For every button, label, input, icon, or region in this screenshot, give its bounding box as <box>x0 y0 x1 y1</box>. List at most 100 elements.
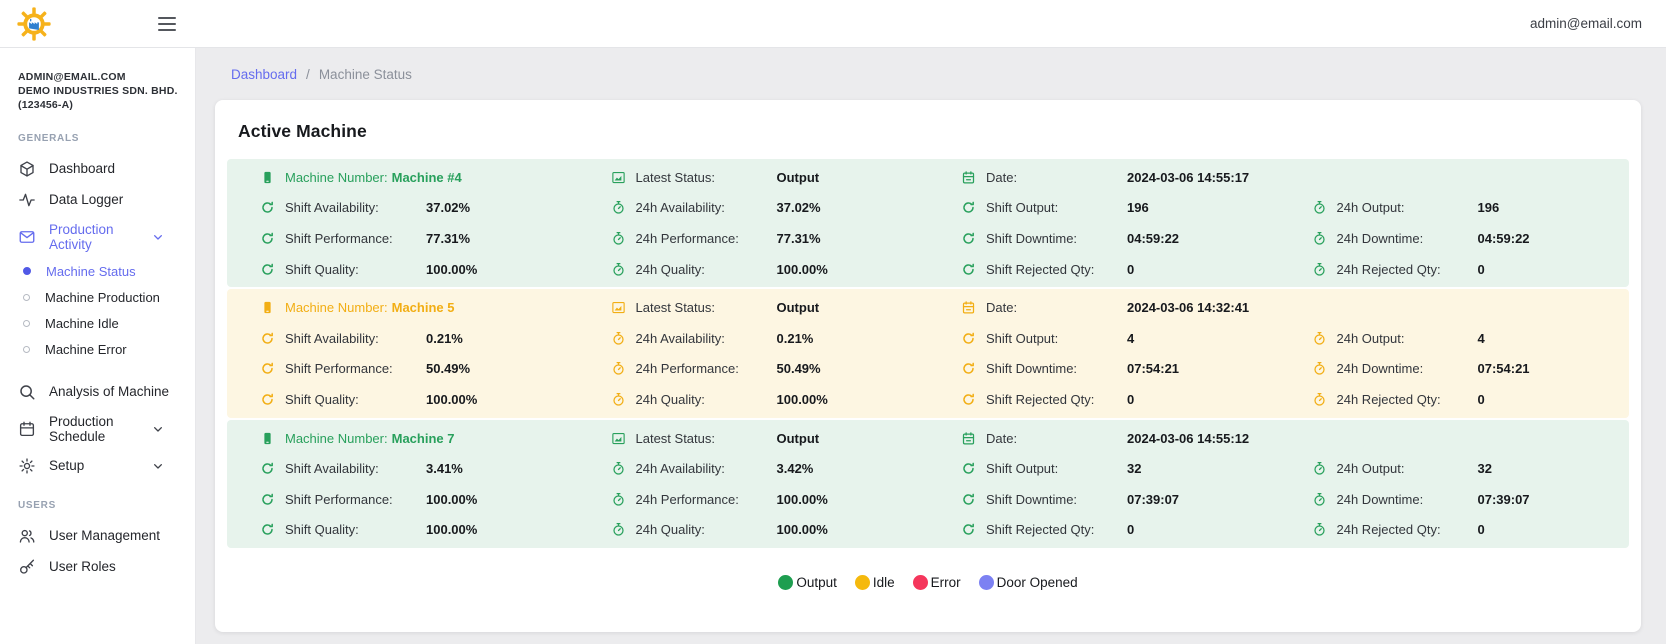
page-title: Active Machine <box>227 121 1629 159</box>
metric-value: 04:59:22 <box>1127 231 1179 246</box>
metric-value: 3.42% <box>777 461 814 476</box>
breadcrumb-separator: / <box>306 67 310 82</box>
machine-card: Machine Number:Machine 5Latest Status:Ou… <box>227 289 1629 417</box>
metric-cell: Shift Downtime:07:39:07 <box>928 484 1279 515</box>
account-registration: (123456-A) <box>18 98 181 112</box>
sidebar-item-data-logger[interactable]: Data Logger <box>0 184 195 215</box>
bullet-icon <box>23 267 31 275</box>
metric-cell: 24h Quality:100.00% <box>578 384 929 415</box>
refresh-icon <box>260 200 275 215</box>
metric-cell: 24h Availability:3.42% <box>578 453 929 484</box>
account-company: DEMO INDUSTRIES SDN. BHD. <box>18 84 181 98</box>
metric-value: 32 <box>1478 461 1492 476</box>
sidebar-item-production-activity[interactable]: Production Activity <box>0 215 195 258</box>
sidebar-item-label: User Management <box>49 528 160 543</box>
chart-icon <box>611 300 626 315</box>
user-email[interactable]: admin@email.com <box>1530 16 1642 31</box>
metric-value: 100.00% <box>426 492 477 507</box>
machine-title: Machine Number:Machine 7 <box>227 423 578 454</box>
calendar-solid-icon <box>961 431 976 446</box>
hamburger-menu-icon[interactable] <box>158 13 176 35</box>
metric-value: 07:39:07 <box>1478 492 1530 507</box>
metric-value: 4 <box>1127 331 1134 346</box>
metric-label: Latest Status: <box>636 431 777 446</box>
metric-value: 100.00% <box>426 392 477 407</box>
metric-value: 37.02% <box>777 200 821 215</box>
machine-row: Machine Number:Machine #4Latest Status:O… <box>227 162 1629 193</box>
bullet-icon <box>23 346 30 353</box>
sidebar-item-production-schedule[interactable]: Production Schedule <box>0 407 195 450</box>
metric-value: 100.00% <box>777 492 828 507</box>
machine-row: Shift Availability:37.02%24h Availabilit… <box>227 193 1629 224</box>
sidebar-nav: GENERALSDashboard Data Logger Production A… <box>0 114 195 582</box>
legend-label: Idle <box>873 575 895 590</box>
metric-label: Shift Availability: <box>285 461 426 476</box>
sidebar-item-label: Data Logger <box>49 192 123 207</box>
metric-value: 37.02% <box>426 200 470 215</box>
timer-icon <box>1312 262 1327 277</box>
metric-value: 50.49% <box>777 361 821 376</box>
machine-row: Shift Quality:100.00%24h Quality:100.00%… <box>227 515 1629 546</box>
metric-cell: Latest Status:Output <box>578 292 929 323</box>
refresh-icon <box>260 361 275 376</box>
sidebar-item-dashboard[interactable]: Dashboard <box>0 153 195 184</box>
sidebar-item-machine-status[interactable]: Machine Status <box>0 258 195 284</box>
metric-cell: 24h Quality:100.00% <box>578 254 929 285</box>
metric-value: 0 <box>1127 392 1134 407</box>
metric-value: 0 <box>1478 392 1485 407</box>
machine-row: Machine Number:Machine 7Latest Status:Ou… <box>227 423 1629 454</box>
metric-cell: Shift Quality:100.00% <box>227 254 578 285</box>
empty-cell <box>1279 162 1630 193</box>
metric-cell: Shift Performance:100.00% <box>227 484 578 515</box>
legend-label: Output <box>796 575 837 590</box>
timer-icon <box>1312 231 1327 246</box>
timer-icon <box>611 392 626 407</box>
breadcrumb-link-dashboard[interactable]: Dashboard <box>231 67 297 82</box>
timer-icon <box>611 200 626 215</box>
machine-row: Shift Availability:3.41%24h Availability… <box>227 453 1629 484</box>
sidebar-item-user-roles[interactable]: User Roles <box>0 551 195 582</box>
chevron-down-icon <box>150 229 166 245</box>
sidebar-item-label: Production Activity <box>49 222 150 252</box>
metric-cell: 24h Availability:0.21% <box>578 323 929 354</box>
metric-label: Shift Output: <box>986 200 1127 215</box>
metric-value: 50.49% <box>426 361 470 376</box>
legend-label: Error <box>931 575 961 590</box>
activity-icon <box>18 191 36 209</box>
metric-value: Output <box>777 300 820 315</box>
metric-label: Shift Downtime: <box>986 231 1127 246</box>
sidebar-subitem-label: Machine Error <box>45 342 127 357</box>
metric-label: 24h Downtime: <box>1337 231 1478 246</box>
metric-label: Shift Availability: <box>285 200 426 215</box>
legend-item: Output <box>778 575 837 590</box>
legend-item: Door Opened <box>979 575 1078 590</box>
sidebar-item-analysis-of-machine[interactable]: Analysis of Machine <box>0 376 195 407</box>
legend-dot-icon <box>979 575 994 590</box>
metric-cell: Shift Availability:3.41% <box>227 453 578 484</box>
nav-section-label: GENERALS <box>0 114 195 153</box>
metric-cell: 24h Output:4 <box>1279 323 1630 354</box>
metric-label: Latest Status: <box>636 170 777 185</box>
metric-label: Shift Quality: <box>285 522 426 537</box>
metric-cell: Latest Status:Output <box>578 423 929 454</box>
sidebar-item-machine-production[interactable]: Machine Production <box>0 284 195 310</box>
refresh-icon <box>260 461 275 476</box>
cube-icon <box>18 160 36 178</box>
metric-value: 77.31% <box>426 231 470 246</box>
refresh-icon <box>961 262 976 277</box>
app-logo-icon[interactable] <box>15 5 53 43</box>
metric-value: Output <box>777 170 820 185</box>
metric-label: 24h Performance: <box>636 361 777 376</box>
metric-value: 0 <box>1478 262 1485 277</box>
metric-label: Shift Output: <box>986 461 1127 476</box>
metric-label: Date: <box>986 300 1127 315</box>
refresh-icon <box>961 522 976 537</box>
metric-value: 07:54:21 <box>1478 361 1530 376</box>
sidebar-item-machine-error[interactable]: Machine Error <box>0 336 195 362</box>
metric-cell: Shift Performance:77.31% <box>227 223 578 254</box>
sidebar-item-user-management[interactable]: User Management <box>0 520 195 551</box>
chart-icon <box>611 431 626 446</box>
metric-label: 24h Performance: <box>636 231 777 246</box>
sidebar-item-setup[interactable]: Setup <box>0 450 195 481</box>
sidebar-item-machine-idle[interactable]: Machine Idle <box>0 310 195 336</box>
